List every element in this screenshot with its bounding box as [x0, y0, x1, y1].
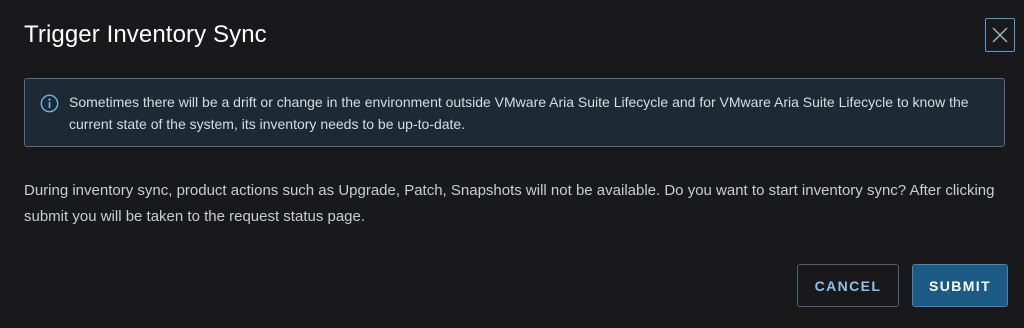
- close-button[interactable]: [985, 18, 1015, 52]
- inventory-sync-dialog: Trigger Inventory Sync Sometimes there w…: [0, 0, 1024, 328]
- info-alert: Sometimes there will be a drift or chang…: [24, 78, 1005, 147]
- info-circle-icon: [40, 94, 59, 113]
- close-icon: [992, 27, 1008, 43]
- dialog-title: Trigger Inventory Sync: [24, 21, 267, 48]
- info-alert-message: Sometimes there will be a drift or chang…: [69, 94, 969, 132]
- submit-button[interactable]: SUBMIT: [912, 264, 1008, 307]
- cancel-button[interactable]: CANCEL: [797, 264, 899, 307]
- dialog-body-message: During inventory sync, product actions s…: [24, 182, 995, 225]
